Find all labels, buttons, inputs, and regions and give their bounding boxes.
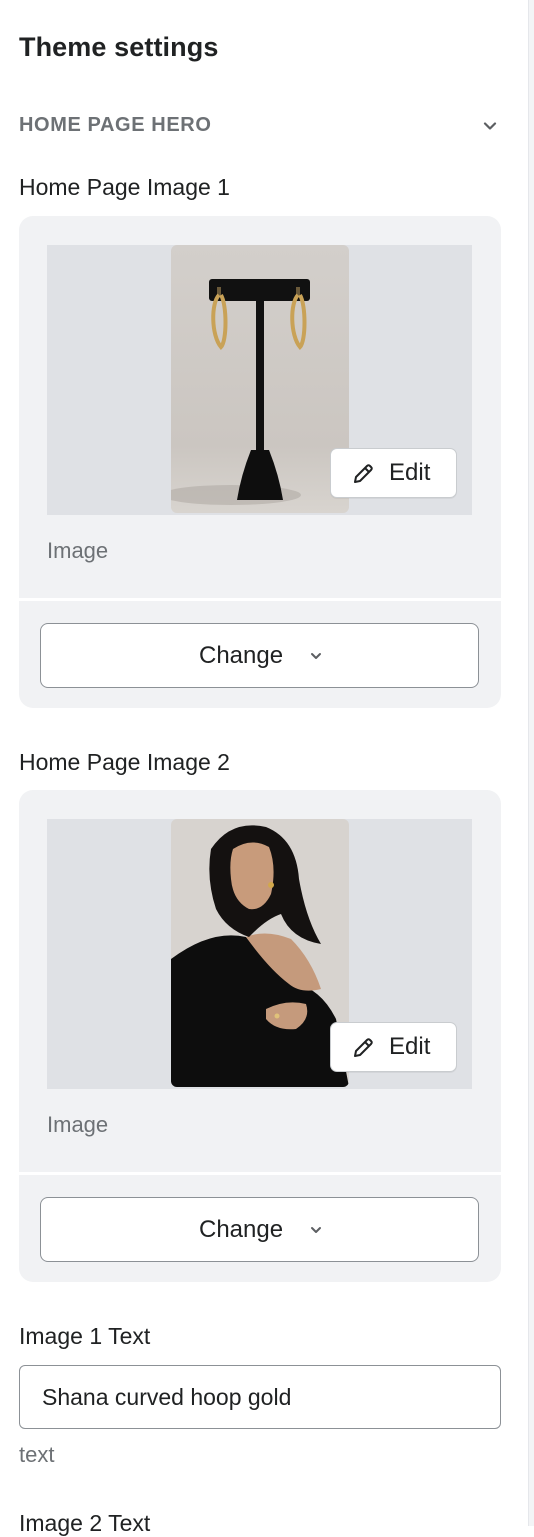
panel-title: Theme settings	[19, 32, 219, 62]
image-caption: Image	[47, 1112, 109, 1137]
edit-image-button[interactable]: Edit	[330, 448, 457, 498]
scrollbar[interactable]	[528, 0, 534, 1526]
section-title: HOME PAGE HERO	[19, 114, 212, 136]
pencil-icon	[354, 464, 373, 483]
pencil-icon	[354, 1038, 373, 1057]
image-preview-frame: Edit	[47, 245, 472, 515]
image-1-text-help: text	[19, 1442, 55, 1467]
change-image-button[interactable]: Change	[40, 1197, 479, 1262]
earrings-image	[171, 245, 349, 513]
home-page-image-2-label: Home Page Image 2	[19, 749, 230, 775]
image-picker-card-2: Edit Image Change	[19, 790, 501, 1282]
chevron-down-icon	[483, 122, 497, 130]
model-image	[171, 819, 349, 1087]
edit-image-button[interactable]: Edit	[330, 1022, 457, 1072]
edit-label: Edit	[389, 1033, 431, 1060]
image-preview-frame: Edit	[47, 819, 472, 1089]
change-label: Change	[199, 642, 284, 669]
image-2-text-label: Image 2 Text	[19, 1510, 151, 1536]
image-caption: Image	[47, 538, 109, 563]
image-picker-card-1: Edit Image Change	[19, 216, 501, 708]
image-1-text-label: Image 1 Text	[19, 1323, 151, 1349]
image-1-text-input[interactable]: Shana curved hoop gold	[19, 1365, 501, 1429]
divider	[19, 1172, 501, 1175]
change-image-button[interactable]: Change	[40, 623, 479, 688]
home-page-image-1-label: Home Page Image 1	[19, 174, 230, 200]
section-header-home-page-hero[interactable]: HOME PAGE HERO	[19, 112, 501, 140]
chevron-down-icon	[311, 1227, 321, 1233]
change-label: Change	[199, 1216, 284, 1243]
edit-label: Edit	[389, 459, 431, 486]
chevron-down-icon	[311, 653, 321, 659]
divider	[19, 598, 501, 601]
